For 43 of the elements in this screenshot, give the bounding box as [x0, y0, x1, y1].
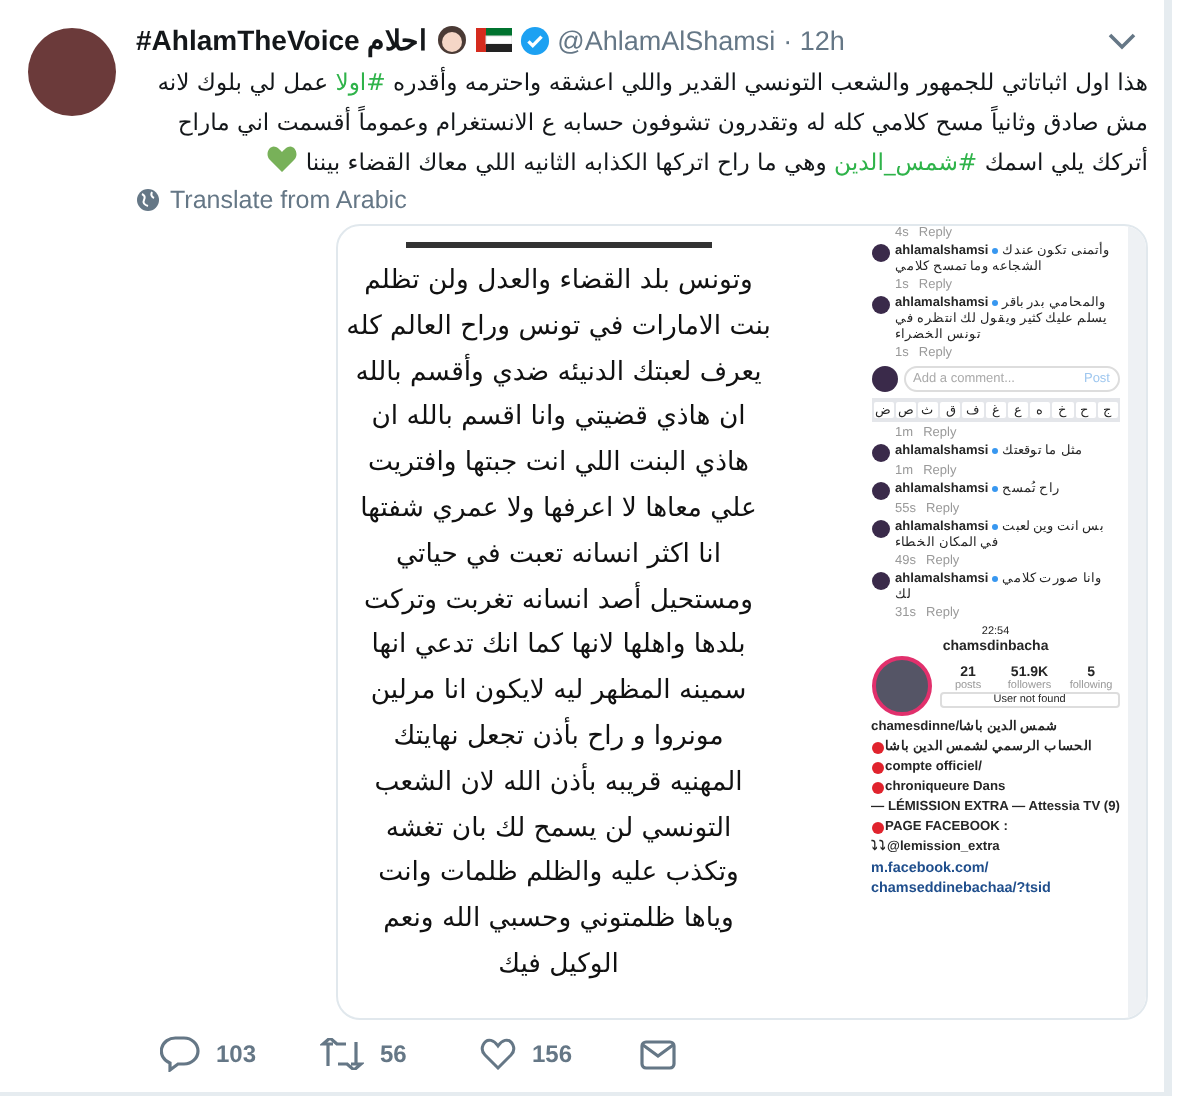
statement-line: المهنيه قريبه بأذن الله لان الشعب	[372, 761, 745, 802]
woman-emoji-icon	[435, 24, 468, 56]
avatar	[871, 482, 890, 500]
comment-icon[interactable]	[160, 1036, 200, 1072]
statement-line: مونروا و راح بأذن تجعل نهايتك	[391, 715, 726, 756]
statement-line: علي معاها لا اعرفها ولا عمري شفتها	[358, 491, 759, 528]
statement-line: وتونس بلد القضاء والعدل ولن تظلم	[362, 264, 755, 300]
reply-button[interactable]: 103	[160, 1036, 320, 1072]
avatar	[871, 244, 890, 262]
statement-line: الوكيل فيك	[496, 947, 621, 984]
statement-line: سمينه المظهر ليه لايكون انا مرلين	[368, 674, 749, 711]
avatar	[871, 572, 890, 590]
avatar	[871, 444, 890, 462]
statement-line: ومستحيل أصد انسانه تغربت وتركت	[362, 579, 756, 620]
avatar	[871, 520, 890, 538]
statement-line: بلدها واهلها لانها كما انك تدعي انها	[369, 628, 748, 665]
profile-avatar	[871, 656, 932, 716]
statement-line: هاذي البنت اللي انت جبتها وافتريت	[366, 446, 751, 483]
timestamp[interactable]: · 12h	[783, 25, 845, 55]
mail-icon[interactable]	[640, 1039, 676, 1069]
statement-line: يعرف لعبتك الدنيئه ضدي وأقسم بالله	[353, 351, 764, 392]
avatar[interactable]	[28, 28, 116, 116]
statement-line: انا اكثر انسانه تعبت في حياتي	[394, 537, 723, 574]
flag-icon	[475, 28, 512, 52]
heart-emoji-icon	[266, 144, 299, 174]
chevron-down-icon[interactable]	[1108, 31, 1136, 49]
retweet-button[interactable]: 56	[320, 1038, 480, 1070]
user-handle[interactable]: @AhlamAlShamsi	[557, 25, 776, 55]
display-name[interactable]: #AhlamTheVoice احلام	[136, 24, 428, 56]
statement-line: ان هاذي قضيتي وانا اقسم بالله ان	[369, 400, 748, 437]
translate-link[interactable]: Translate from Arabic	[170, 186, 407, 214]
avatar	[871, 366, 898, 392]
statement-line: التونسي لن يسمح لك بان تغشه	[383, 811, 734, 848]
retweet-icon[interactable]	[320, 1038, 364, 1070]
heart-icon[interactable]	[480, 1038, 516, 1070]
statement-line: وتكذب عليه والظلم ظلمات وانت	[376, 856, 741, 893]
like-button[interactable]: 156	[480, 1038, 640, 1070]
avatar	[871, 296, 890, 314]
statement-line: وياها ظلمتوني وحسبي الله ونعم	[381, 902, 736, 939]
tweet-text: هذا اول اثباتاتي للجمهور والشعب التونسي القدير واللي اعشقه واحترمه وأقدره #اولا عمل لي بلوك لانه مش صادق وثانياً مسح كلامي كله له وتقدرون تشوفون حسابه ع الانستغرام وعموماً أقسمت اني ماراح أتركك يلي اسمك #شمس_الدين وهي ما راح اتركها الكذابه الثانيه اللي معاك القضاء بيننا	[155, 65, 1148, 180]
attached-screenshot[interactable]	[336, 224, 1148, 1020]
globe-icon	[136, 188, 160, 212]
statement-line: بنت الامارات في تونس وراح العالم كله	[346, 309, 772, 346]
